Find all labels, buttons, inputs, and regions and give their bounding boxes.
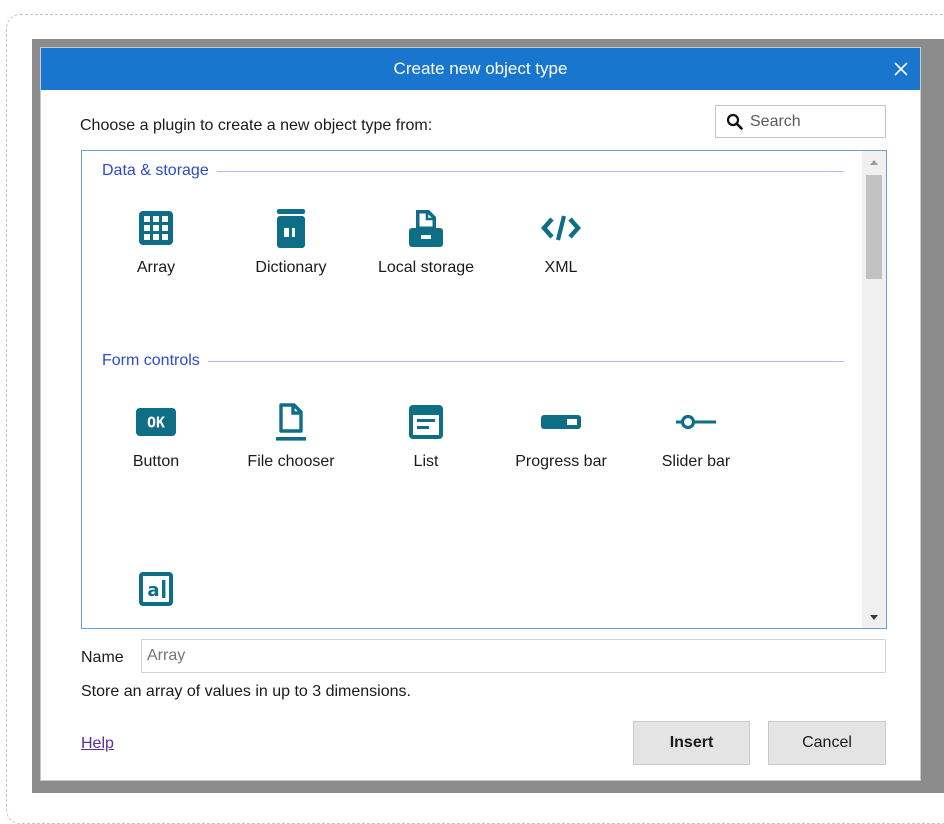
dictionary-icon <box>277 209 305 248</box>
text-input-icon: a <box>139 572 173 606</box>
list-icon <box>409 405 443 439</box>
close-icon <box>894 62 908 76</box>
section-divider <box>216 170 844 172</box>
plugin-name: Progress bar <box>515 453 607 470</box>
plugin-tile-slider-bar[interactable]: Slider bar <box>631 400 761 475</box>
plugin-name: List <box>413 453 439 470</box>
plugin-name: Button <box>132 453 180 470</box>
plugin-tile-file-chooser[interactable]: File chooser <box>226 400 356 475</box>
plugin-name: File chooser <box>247 453 335 470</box>
section-label: Form controls <box>102 352 200 369</box>
plugin-tile-dictionary[interactable]: Dictionary <box>226 206 356 281</box>
close-button[interactable] <box>882 48 920 90</box>
plugin-tile-array[interactable]: Array <box>91 206 221 281</box>
file-icon <box>276 403 306 441</box>
ok-button-icon: OK <box>136 408 176 436</box>
plugin-name: Dictionary <box>255 259 327 276</box>
plugin-tile-progress-bar[interactable]: Progress bar <box>496 400 626 475</box>
search-input[interactable] <box>748 111 882 132</box>
search-box[interactable] <box>715 105 886 138</box>
scroll-down-button[interactable] <box>862 606 886 628</box>
caret-up-icon <box>870 159 878 165</box>
vertical-scrollbar[interactable] <box>862 151 886 628</box>
plugin-tile-local-storage[interactable]: Local storage <box>361 206 491 281</box>
dialog-titlebar: Create new object type <box>41 48 920 90</box>
help-link[interactable]: Help <box>81 735 114 753</box>
plugin-list: Data & storage Array Dictionary Local st… <box>81 150 887 629</box>
plugin-name: Array <box>136 259 176 276</box>
dialog-title: Create new object type <box>393 59 568 78</box>
plugin-tile-text-input[interactable]: a <box>91 567 221 616</box>
section-divider <box>207 360 844 362</box>
local-storage-icon <box>409 210 443 247</box>
slider-icon <box>676 414 716 430</box>
scroll-up-button[interactable] <box>862 151 886 173</box>
name-label: Name <box>81 649 124 666</box>
section-header-form-controls: Form controls <box>102 349 844 373</box>
scrollbar-thumb[interactable] <box>866 175 882 279</box>
plugin-description: Store an array of values in up to 3 dime… <box>81 683 411 700</box>
code-icon <box>540 215 582 241</box>
plugin-name: Local storage <box>377 259 475 276</box>
section-label: Data & storage <box>102 162 209 179</box>
choose-plugin-prompt: Choose a plugin to create a new object t… <box>80 117 433 134</box>
caret-down-icon <box>870 614 878 620</box>
plugin-name: Slider bar <box>661 453 731 470</box>
plugin-tile-xml[interactable]: XML <box>496 206 626 281</box>
svg-text:a: a <box>147 580 159 601</box>
grid-icon <box>139 211 173 245</box>
plugin-tile-list[interactable]: List <box>361 400 491 475</box>
progress-bar-icon <box>541 415 581 429</box>
plugin-tile-button[interactable]: OK Button <box>91 400 221 475</box>
search-icon <box>726 113 744 131</box>
section-header-data-storage: Data & storage <box>102 159 844 183</box>
cancel-button[interactable]: Cancel <box>768 721 886 765</box>
name-input[interactable] <box>141 639 886 673</box>
create-object-type-dialog: Create new object type Choose a plugin t… <box>40 47 921 781</box>
svg-text:OK: OK <box>147 414 165 432</box>
plugin-name: XML <box>544 259 578 276</box>
insert-button[interactable]: Insert <box>633 721 750 765</box>
